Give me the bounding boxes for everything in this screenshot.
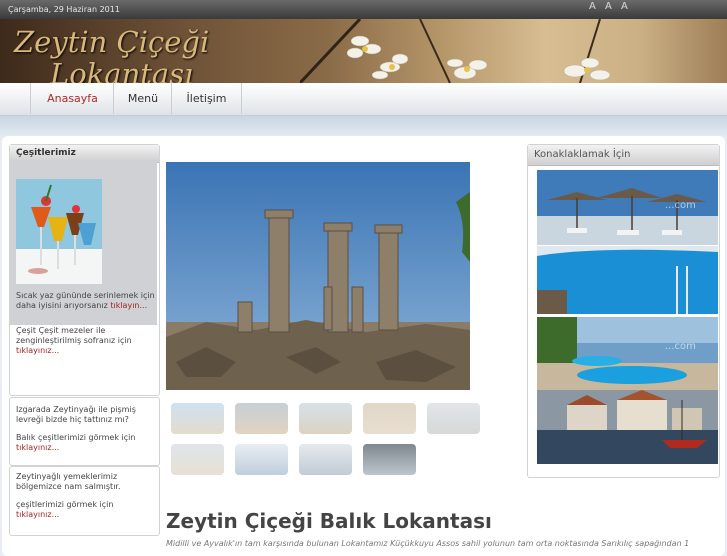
thumbnail-1[interactable]: [171, 403, 224, 434]
page-title: Zeytin Çiçeği Balık Lokantası: [166, 509, 492, 533]
feature-link[interactable]: tıklayın...: [110, 301, 147, 310]
zeytinyagli-text-line3: çeşitlerimizi görmek için: [16, 500, 114, 509]
main-nav: Anasayfa Menü İletişim: [0, 83, 727, 116]
main-slideshow-image[interactable]: [166, 162, 470, 390]
thumbnail-5[interactable]: [427, 403, 480, 434]
accommodation-title: Konaklaklamak İçin: [528, 145, 719, 166]
thumbnail-7[interactable]: [235, 444, 288, 475]
balik-link[interactable]: tıklayınız...: [16, 443, 59, 453]
banner-title-line2: Lokantası: [50, 57, 194, 83]
current-date: Çarşamba, 29 Haziran 2011: [8, 5, 120, 14]
accommodation-photo-beach[interactable]: ...com: [537, 170, 718, 245]
balik-text-line2: levreği bizde hiç tattınız mı?: [16, 415, 129, 424]
thumbnail-4[interactable]: [363, 403, 416, 434]
balik-panel: Izgarada Zeytinyağı ile pişmiş levreği b…: [9, 397, 160, 466]
meze-text-line1: Çeşit Çeşit mezeler ile: [16, 326, 106, 335]
banner-title-line1: Zeytin Çiçeği: [14, 25, 210, 59]
zeytinyagli-text-line3-wrap: çeşitlerimizi görmek için tıklayınız...: [16, 500, 159, 520]
feature-text-line1: Sıcak yaz gününde serinlemek için: [16, 291, 155, 300]
balik-text-line1: Izgarada Zeytinyağı ile pişmiş: [16, 405, 136, 414]
zeytinyagli-text-line1: Zeytinyağlı yemeklerimiz: [16, 472, 118, 481]
watermark-1: ...com: [665, 200, 696, 211]
meze-text-line2: zenginleştirilmiş sofranız için: [16, 336, 132, 345]
accommodation-photo-harbor[interactable]: [537, 390, 718, 464]
intro-text: Midilli ve Ayvalık'ın tam karşısında bul…: [166, 539, 690, 548]
nav-item-anasayfa[interactable]: Anasayfa: [30, 83, 114, 114]
zeytinyagli-text-line2: bölgemizce nam salmıştır.: [16, 482, 121, 491]
font-size-controls[interactable]: A A A: [589, 1, 631, 12]
meze-link[interactable]: tıklayınız...: [16, 346, 59, 356]
top-bar: Çarşamba, 29 Haziran 2011 A A A: [0, 0, 727, 19]
feature-text-line2: daha iyisini arıyorsanız: [16, 301, 108, 310]
balik-text-line3: Balık çeşitlerimizi görmek için: [16, 433, 136, 442]
zeytinyagli-link[interactable]: tıklayınız...: [16, 510, 59, 519]
decorative-stripe: [0, 116, 727, 138]
watermark-2: ...com: [665, 341, 696, 352]
nav-item-menu[interactable]: Menü: [113, 83, 172, 114]
feature-text-line2-wrap: daha iyisini arıyorsanız tıklayın...: [16, 301, 147, 311]
thumbnail-2[interactable]: [235, 403, 288, 434]
accommodation-photo-pool[interactable]: [537, 246, 718, 314]
cocktails-image-icon: [16, 179, 102, 284]
nav-item-iletisim[interactable]: İletişim: [171, 83, 242, 114]
thumbnail-3[interactable]: [299, 403, 352, 434]
site-banner: Zeytin Çiçeği Lokantası: [0, 19, 727, 83]
sidebar-feature-card[interactable]: Sıcak yaz gününde serinlemek için daha i…: [10, 161, 157, 325]
thumbnail-9[interactable]: [363, 444, 416, 475]
thumbnail-8[interactable]: [299, 444, 352, 475]
accommodation-photo-resort[interactable]: ...com: [537, 317, 718, 390]
thumbnail-6[interactable]: [171, 444, 224, 475]
flower-decoration-icon: [300, 19, 611, 83]
zeytinyagli-panel: Zeytinyağlı yemeklerimiz bölgemizce nam …: [9, 466, 160, 536]
